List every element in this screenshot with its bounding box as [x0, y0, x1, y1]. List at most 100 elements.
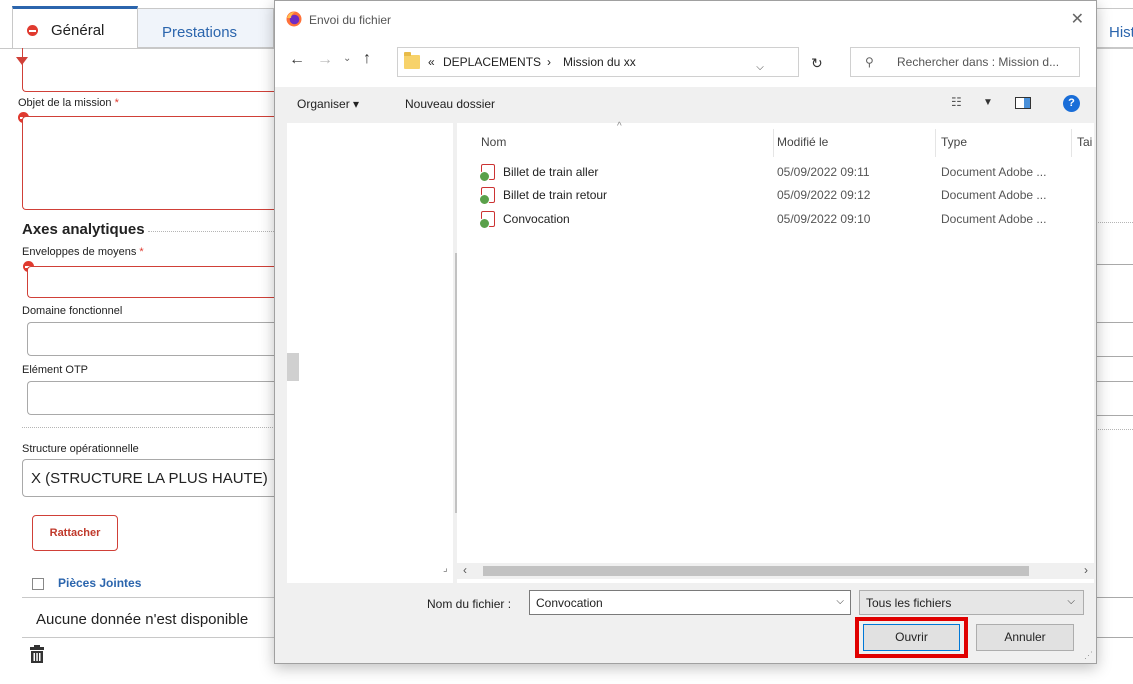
filetype-select[interactable]: Tous les fichiers ⌵	[859, 590, 1084, 615]
close-icon[interactable]: ✕	[1071, 9, 1084, 29]
structure-label: Structure opérationnelle	[22, 443, 139, 455]
pieces-jointes-checkbox[interactable]	[32, 578, 44, 590]
chevron-down-icon[interactable]: ⌵	[836, 596, 844, 607]
back-arrow-icon[interactable]: ←	[289, 51, 305, 69]
element-otp-label: Elément OTP	[22, 364, 89, 376]
folder-icon	[404, 52, 420, 69]
file-open-dialog: Envoi du fichier ✕ ← → ⌄ ↑ « DEPLACEMENT…	[274, 0, 1097, 664]
splitter-handle[interactable]	[287, 353, 299, 381]
error-icon	[27, 25, 38, 36]
pieces-jointes-header[interactable]: Pièces Jointes	[58, 576, 141, 590]
objet-textarea[interactable]	[22, 116, 277, 210]
address-row: ← → ⌄ ↑ « DEPLACEMENTS › Mission du xx ⌵…	[275, 39, 1096, 87]
recent-locations-chevron-icon[interactable]: ⌄	[343, 53, 351, 64]
file-modified: 05/09/2022 09:11	[777, 165, 870, 179]
file-type: Document Adobe ...	[941, 188, 1047, 202]
previous-field-error-border	[22, 48, 282, 92]
forward-arrow-icon[interactable]: →	[317, 51, 333, 69]
search-placeholder: Rechercher dans : Mission d...	[897, 55, 1060, 69]
tab-historique[interactable]: Hist	[1096, 8, 1133, 48]
table-divider	[22, 597, 277, 598]
column-header-modified[interactable]: Modifié le	[777, 135, 828, 149]
field-edge	[1096, 264, 1133, 265]
filetype-value: Tous les fichiers	[866, 596, 952, 610]
organiser-menu[interactable]: Organiser ▾	[297, 97, 359, 111]
file-name: Billet de train retour	[503, 188, 608, 202]
table-divider	[1096, 637, 1133, 638]
axes-analytiques-title: Axes analytiques	[22, 221, 145, 238]
scrollbar-thumb[interactable]	[483, 566, 1029, 576]
table-divider	[1096, 597, 1133, 598]
pdf-icon	[479, 187, 495, 205]
up-arrow-icon[interactable]: ↑	[363, 50, 371, 68]
column-separator	[935, 129, 936, 157]
dialog-toolbar: Organiser ▾ Nouveau dossier ☷ ▼ ?	[275, 87, 1096, 123]
filename-input[interactable]: Convocation ⌵	[529, 590, 851, 615]
search-box[interactable]: ⚲ Rechercher dans : Mission d...	[850, 47, 1080, 77]
domaine-label: Domaine fonctionnel	[22, 305, 123, 317]
required-mark: *	[114, 97, 119, 109]
resize-grip-icon[interactable]: ⋰	[1084, 650, 1093, 661]
trash-icon[interactable]	[30, 645, 44, 663]
error-marker-icon	[16, 57, 28, 65]
field-edge	[1096, 356, 1133, 357]
section-divider	[148, 231, 276, 232]
view-options-icon[interactable]: ☷	[951, 95, 962, 109]
preview-pane-icon[interactable]	[1015, 97, 1031, 109]
file-name: Billet de train aller	[503, 165, 599, 179]
breadcrumb-mission[interactable]: Mission du xx	[563, 55, 636, 69]
pdf-icon	[479, 211, 495, 229]
refresh-icon[interactable]: ↻	[811, 55, 823, 72]
scroll-right-icon[interactable]: ›	[1084, 563, 1088, 577]
cancel-button[interactable]: Annuler	[976, 624, 1074, 651]
field-edge	[1096, 415, 1133, 416]
resize-corner-icon: ⌟	[443, 563, 448, 574]
breadcrumb-deplacements[interactable]: DEPLACEMENTS	[443, 55, 541, 69]
file-row[interactable]: Convocation 05/09/2022 09:10 Document Ad…	[457, 208, 1094, 230]
structure-select[interactable]: X (STRUCTURE LA PLUS HAUTE)	[22, 459, 277, 497]
section-divider	[1096, 222, 1133, 223]
column-header-size[interactable]: Tai	[1077, 135, 1092, 149]
filename-label: Nom du fichier :	[427, 597, 512, 611]
file-name: Convocation	[503, 212, 570, 226]
breadcrumb-overflow[interactable]: «	[428, 55, 435, 69]
file-type: Document Adobe ...	[941, 165, 1047, 179]
enveloppes-label: Enveloppes de moyens *	[22, 246, 144, 258]
horizontal-scrollbar[interactable]: ‹ ›	[457, 563, 1094, 579]
rattacher-button[interactable]: Rattacher	[32, 515, 118, 551]
required-mark: *	[139, 246, 144, 258]
column-separator	[773, 129, 774, 157]
tab-prestations[interactable]: Prestations	[138, 8, 274, 48]
enveloppes-label-text: Enveloppes de moyens	[22, 246, 137, 258]
enveloppes-input[interactable]	[27, 266, 277, 298]
column-header-type[interactable]: Type	[941, 135, 967, 149]
table-divider	[22, 637, 277, 638]
file-row[interactable]: Billet de train aller 05/09/2022 09:11 D…	[457, 161, 1094, 183]
file-type: Document Adobe ...	[941, 212, 1047, 226]
address-bar[interactable]: « DEPLACEMENTS › Mission du xx ⌵	[397, 47, 799, 77]
tab-general-label: Général	[51, 22, 105, 39]
chevron-down-icon[interactable]: ▼	[983, 97, 993, 108]
tab-general[interactable]: Général	[12, 6, 138, 49]
dialog-titlebar: Envoi du fichier ✕	[275, 1, 1096, 39]
breadcrumb-separator: ›	[547, 55, 551, 69]
section-divider	[1096, 429, 1133, 430]
scroll-left-icon[interactable]: ‹	[463, 563, 467, 577]
new-folder-button[interactable]: Nouveau dossier	[405, 97, 495, 111]
column-header-name[interactable]: Nom	[481, 135, 506, 149]
firefox-icon	[286, 11, 302, 27]
help-icon[interactable]: ?	[1063, 95, 1080, 112]
section-divider	[22, 427, 277, 428]
chevron-down-icon[interactable]: ⌵	[752, 62, 768, 73]
search-icon: ⚲	[865, 55, 874, 69]
element-otp-input[interactable]	[27, 381, 277, 415]
file-list: Nom ^ Modifié le Type Tai Billet de trai…	[443, 121, 1094, 583]
pdf-icon	[479, 164, 495, 182]
field-edge	[1096, 381, 1133, 382]
file-row[interactable]: Billet de train retour 05/09/2022 09:12 …	[457, 184, 1094, 206]
navigation-pane[interactable]	[287, 123, 465, 583]
domaine-input[interactable]	[27, 322, 277, 356]
file-modified: 05/09/2022 09:12	[777, 188, 871, 202]
open-button[interactable]: Ouvrir	[863, 624, 960, 651]
no-data-message: Aucune donnée n'est disponible	[36, 611, 249, 628]
